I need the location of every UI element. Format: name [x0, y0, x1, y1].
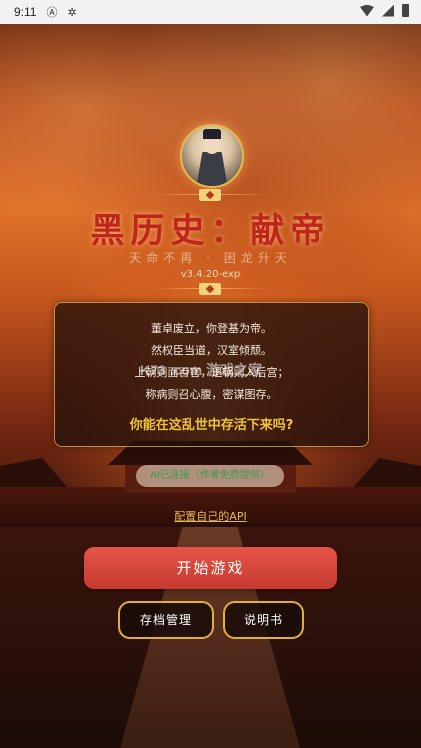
intro-question: 你能在这乱世中存活下来吗? [129, 418, 294, 433]
notification-a-icon: Ⓐ [46, 6, 58, 19]
ai-status-badge: AI已连接（作者免费提供） [136, 465, 284, 487]
palace-wing-right [351, 458, 421, 490]
start-game-button[interactable]: 开始游戏 [84, 547, 337, 589]
status-bar: 9:11 Ⓐ ✲ [0, 0, 421, 24]
game-title: 黑历史：献帝 [90, 211, 331, 251]
avatar-hat [203, 129, 221, 139]
diamond-ornament-top [199, 189, 221, 201]
diamond-ornament-bottom [199, 283, 221, 295]
intro-line: 称病则召心腹，密谋图存。 [145, 388, 278, 401]
intro-line: 董卓废立，你登基为帝。 [151, 322, 272, 335]
bug-icon: ✲ [67, 5, 77, 19]
emperor-avatar [180, 124, 244, 188]
configure-api-link[interactable]: 配置自己的API [0, 508, 421, 524]
watermark: K73 .com 游戏之家 [140, 362, 263, 378]
intro-line: 然权臣当道，汉室倾颓。 [151, 344, 272, 357]
version-label: v3.4.20-exp [180, 269, 241, 280]
save-management-button[interactable]: 存档管理 [118, 601, 214, 639]
status-icons [360, 4, 409, 17]
game-subtitle: 天命不再 · 困龙升天 [129, 251, 292, 265]
battery-icon [402, 4, 409, 17]
palace-wing-left [0, 458, 70, 490]
signal-icon [382, 4, 394, 17]
avatar-body [196, 152, 228, 186]
wifi-icon [360, 4, 374, 17]
manual-button[interactable]: 说明书 [223, 601, 304, 639]
status-time: 9:11 [14, 5, 37, 19]
